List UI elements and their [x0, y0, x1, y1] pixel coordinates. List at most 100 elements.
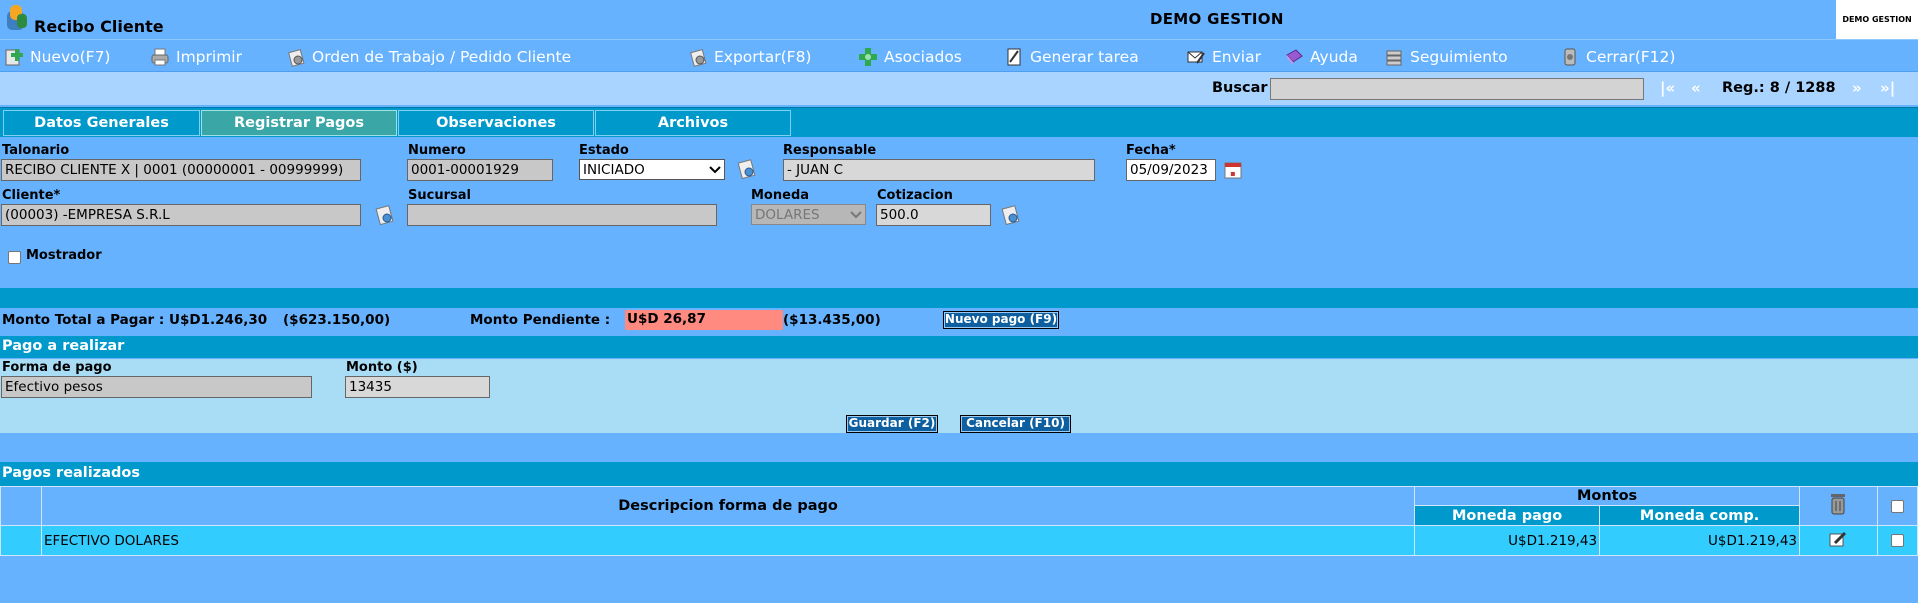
table-header-row: Descripcion forma de pago Montos	[0, 486, 1918, 526]
tab-observaciones[interactable]: Observaciones	[398, 110, 594, 136]
cotizacion-field[interactable]: 500.0	[876, 204, 991, 226]
forma-pago-label: Forma de pago	[2, 360, 112, 375]
close-button[interactable]: Cerrar(F12)	[1560, 46, 1675, 68]
app-title: Recibo Cliente	[34, 17, 164, 36]
mostrador-label: Mostrador	[26, 248, 102, 263]
send-button-label: Enviar	[1212, 48, 1261, 66]
cancel-button[interactable]: Cancelar (F10)	[960, 415, 1071, 433]
moneda-value: DOLARES	[755, 206, 820, 223]
fecha-field[interactable]: 05/09/2023	[1126, 159, 1216, 181]
new-button[interactable]: Nuevo(F7)	[4, 46, 110, 68]
search-bar: Buscar |« « Reg.: 8 / 1288 » »|	[0, 71, 1918, 105]
export-button[interactable]: Exportar(F8)	[688, 46, 811, 68]
moneda-select: DOLARES	[751, 204, 866, 225]
monto-field[interactable]: 13435	[345, 376, 490, 398]
total-amount: Monto Total a Pagar : U$D1.246,30	[2, 312, 268, 328]
estado-value: INICIADO	[583, 161, 645, 178]
send-button[interactable]: Enviar	[1186, 46, 1261, 68]
toolbar: Nuevo(F7) Imprimir Orden de Trabajo / Pe…	[0, 39, 1918, 71]
col-moneda-pago: Moneda pago	[1414, 505, 1601, 526]
summary-row: Monto Total a Pagar : U$D1.246,30 ($623.…	[0, 308, 1918, 332]
nav-last-button[interactable]: »|	[1880, 79, 1895, 97]
responsable-field[interactable]: - JUAN C	[783, 159, 1095, 181]
export-button-label: Exportar(F8)	[714, 48, 812, 66]
cliente-search-icon[interactable]	[374, 204, 396, 226]
cotizacion-refresh-icon[interactable]	[1000, 204, 1022, 226]
search-input[interactable]	[1270, 78, 1644, 100]
talonario-label: Talonario	[2, 143, 70, 158]
close-icon	[1564, 48, 1576, 66]
pending-amount: U$D 26,87	[625, 310, 783, 330]
tab-registrar-pagos[interactable]: Registrar Pagos	[201, 110, 397, 136]
tab-bar: Datos Generales Registrar Pagos Observac…	[0, 107, 1918, 137]
user-badge[interactable]: DEMO GESTION	[1836, 0, 1918, 39]
talonario-field[interactable]: RECIBO CLIENTE X | 0001 (00000001 - 0099…	[1, 159, 361, 181]
title-bar: Recibo Cliente DEMO GESTION DEMO GESTION	[0, 0, 1918, 39]
col-moneda-comp: Moneda comp.	[1599, 505, 1801, 526]
app-logo-icon	[7, 5, 27, 30]
payment-description: EFECTIVO DOLARES	[40, 525, 1416, 556]
gear-icon	[288, 49, 305, 67]
select-all-checkbox[interactable]	[1890, 499, 1904, 513]
fecha-label: Fecha*	[1126, 143, 1176, 158]
sucursal-field[interactable]	[407, 204, 717, 226]
nav-first-button[interactable]: |«	[1660, 79, 1675, 97]
tracking-icon	[1386, 50, 1402, 66]
search-label: Buscar	[1212, 80, 1268, 96]
col-montos: Montos	[1414, 486, 1801, 506]
work-order-button-label: Orden de Trabajo / Pedido Cliente	[312, 48, 572, 66]
payment-moneda-pago: U$D1.219,43	[1414, 525, 1601, 556]
save-button[interactable]: Guardar (F2)	[846, 415, 938, 433]
nav-next-button[interactable]: »	[1852, 79, 1862, 97]
tracking-button[interactable]: Seguimiento	[1384, 46, 1508, 68]
cotizacion-label: Cotizacion	[877, 188, 953, 203]
numero-label: Numero	[408, 143, 466, 158]
row-checkbox[interactable]	[1890, 534, 1904, 547]
calendar-icon[interactable]: ▪	[1222, 159, 1244, 181]
payments-table: Descripcion forma de pago Montos Moneda …	[0, 486, 1918, 556]
chevron-down-icon	[709, 165, 721, 173]
send-icon	[1187, 51, 1205, 64]
estado-select[interactable]: INICIADO	[579, 159, 725, 180]
print-button[interactable]: Imprimir	[150, 46, 242, 68]
add-icon	[5, 49, 23, 66]
task-icon	[1007, 48, 1021, 66]
moneda-label: Moneda	[751, 188, 810, 203]
tab-datos-generales[interactable]: Datos Generales	[3, 110, 200, 136]
tab-archivos[interactable]: Archivos	[595, 110, 791, 136]
pagos-realizados-title: Pagos realizados	[0, 462, 1918, 486]
mostrador-checkbox[interactable]	[8, 251, 21, 264]
record-counter: Reg.: 8 / 1288	[1722, 80, 1836, 96]
help-icon	[1286, 49, 1303, 65]
monto-label: Monto ($)	[346, 360, 418, 375]
numero-field[interactable]: 0001-00001929	[407, 159, 553, 181]
close-button-label: Cerrar(F12)	[1586, 48, 1676, 66]
company-name: DEMO GESTION	[1150, 10, 1284, 28]
new-payment-button[interactable]: Nuevo pago (F9)	[943, 311, 1059, 329]
tracking-button-label: Seguimiento	[1410, 48, 1508, 66]
export-icon	[690, 49, 707, 67]
generate-task-button[interactable]: Generar tarea	[1004, 46, 1139, 68]
nav-prev-button[interactable]: «	[1691, 79, 1701, 97]
work-order-button[interactable]: Orden de Trabajo / Pedido Cliente	[286, 46, 571, 68]
cliente-field[interactable]: (00003) -EMPRESA S.R.L	[1, 204, 361, 226]
help-button-label: Ayuda	[1310, 48, 1358, 66]
table-row[interactable]: EFECTIVO DOLARES U$D1.219,43 U$D1.219,43	[0, 525, 1918, 556]
forma-pago-field[interactable]: Efectivo pesos	[1, 376, 312, 398]
sucursal-label: Sucursal	[408, 188, 471, 203]
associates-button-label: Asociados	[884, 48, 962, 66]
trash-icon[interactable]	[1827, 492, 1849, 516]
printer-icon	[151, 48, 169, 66]
edit-icon[interactable]	[1828, 530, 1848, 548]
svg-text:▪: ▪	[1230, 169, 1235, 178]
pending-pesos: ($13.435,00)	[783, 312, 881, 328]
cliente-label: Cliente*	[2, 188, 61, 203]
estado-info-icon[interactable]	[736, 158, 758, 180]
associates-button[interactable]: Asociados	[858, 46, 962, 68]
generate-task-button-label: Generar tarea	[1030, 48, 1139, 66]
print-button-label: Imprimir	[176, 48, 242, 66]
help-button[interactable]: Ayuda	[1284, 46, 1358, 68]
pending-label: Monto Pendiente :	[470, 312, 611, 328]
pago-panel: Forma de pago Efectivo pesos Monto ($) 1…	[0, 359, 1918, 433]
payment-moneda-comp: U$D1.219,43	[1599, 525, 1801, 556]
